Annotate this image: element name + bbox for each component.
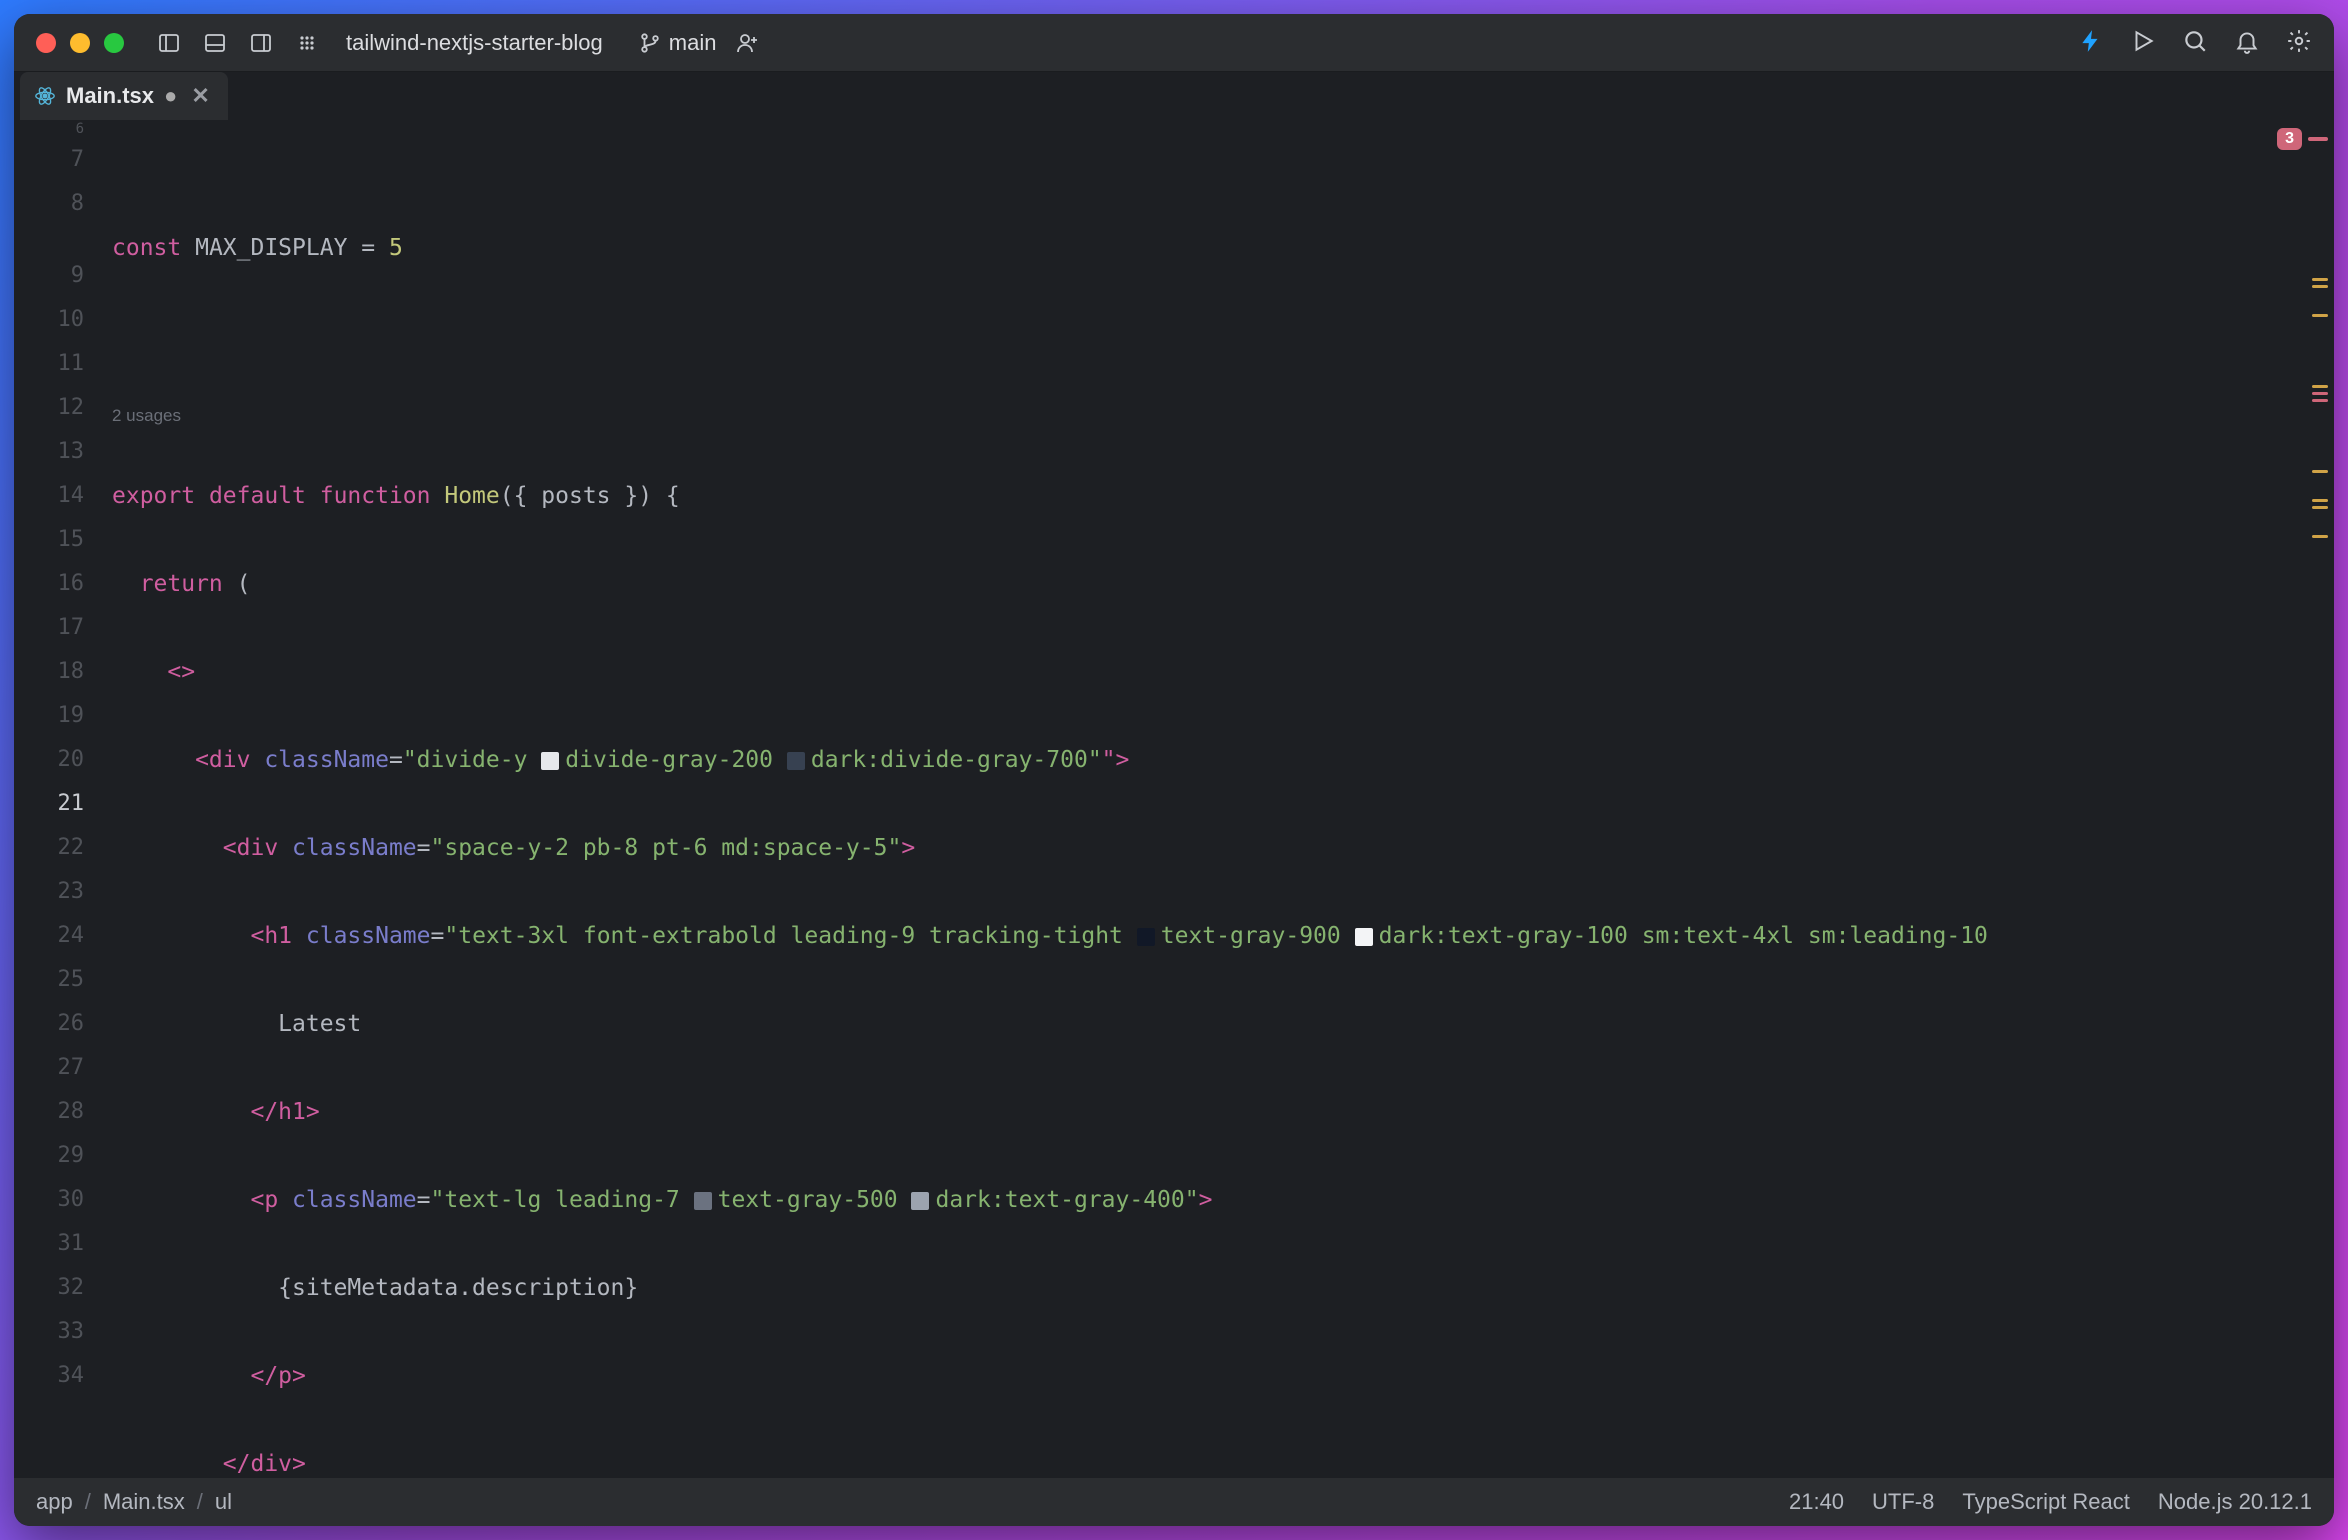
line-number: 9: [14, 254, 84, 298]
line-number: 22: [14, 826, 84, 870]
breadcrumb-segment[interactable]: Main.tsx: [103, 1489, 185, 1515]
line-number: 20: [14, 738, 84, 782]
code-area[interactable]: const MAX_DISPLAY = 5 2 usages export de…: [100, 120, 2334, 1478]
code-line: <>: [100, 650, 2334, 694]
right-toolbar: [2078, 28, 2312, 58]
code-line: return (: [100, 562, 2334, 606]
line-number: 25: [14, 958, 84, 1002]
color-chip-icon: [694, 1192, 712, 1210]
code-line: </h1>: [100, 1090, 2334, 1134]
add-user-icon[interactable]: [734, 30, 760, 56]
git-branch[interactable]: main: [639, 30, 717, 56]
maximize-window-button[interactable]: [104, 33, 124, 53]
tab-label: Main.tsx: [66, 83, 154, 109]
line-number: 33: [14, 1310, 84, 1354]
tab-main-tsx[interactable]: Main.tsx ● ✕: [20, 72, 228, 120]
cursor-position[interactable]: 21:40: [1789, 1489, 1844, 1515]
code-line: <p className="text-lg leading-7 text-gra…: [100, 1178, 2334, 1222]
code-line: export default function Home({ posts }) …: [100, 474, 2334, 518]
problems-stripe[interactable]: 3: [2288, 128, 2328, 538]
line-number-active: 21: [14, 782, 84, 826]
color-chip-icon: [1137, 928, 1155, 946]
color-chip-icon: [911, 1192, 929, 1210]
line-number: 15: [14, 518, 84, 562]
line-number: 6: [14, 120, 84, 138]
line-number: 34: [14, 1354, 84, 1398]
problems-count[interactable]: 3: [2277, 128, 2302, 150]
window-controls: [36, 33, 124, 53]
code-line: Latest: [100, 1002, 2334, 1046]
run-icon[interactable]: [2130, 28, 2156, 58]
node-version[interactable]: Node.js 20.12.1: [2158, 1489, 2312, 1515]
project-name[interactable]: tailwind-nextjs-starter-blog: [346, 30, 603, 56]
react-icon: [34, 85, 56, 107]
line-number: 10: [14, 298, 84, 342]
tab-bar: Main.tsx ● ✕: [14, 72, 2334, 120]
breadcrumb-separator: /: [85, 1489, 91, 1515]
line-number: 17: [14, 606, 84, 650]
line-number: 23: [14, 870, 84, 914]
ide-window: tailwind-nextjs-starter-blog main Main.t…: [14, 14, 2334, 1526]
line-number: 11: [14, 342, 84, 386]
minimize-window-button[interactable]: [70, 33, 90, 53]
layout-controls: [156, 30, 320, 56]
line-number: 26: [14, 1002, 84, 1046]
branch-name: main: [669, 30, 717, 56]
code-line: </div>: [100, 1442, 2334, 1478]
line-number: 31: [14, 1222, 84, 1266]
line-number: 18: [14, 650, 84, 694]
code-line: const MAX_DISPLAY = 5: [100, 226, 2334, 270]
code-line: <div className="space-y-2 pb-8 pt-6 md:s…: [100, 826, 2334, 870]
close-window-button[interactable]: [36, 33, 56, 53]
line-number: 27: [14, 1046, 84, 1090]
editor[interactable]: 6 7 8 9 10 11 12 13 14 15 16 17 18 19 20…: [14, 120, 2334, 1478]
line-number: 7: [14, 138, 84, 182]
line-number: 13: [14, 430, 84, 474]
close-tab-icon[interactable]: ✕: [191, 83, 209, 109]
branch-icon: [639, 32, 661, 54]
line-number: 28: [14, 1090, 84, 1134]
color-chip-icon: [1355, 928, 1373, 946]
code-line: <h1 className="text-3xl font-extrabold l…: [100, 914, 2334, 958]
code-line: </p>: [100, 1354, 2334, 1398]
line-number: 24: [14, 914, 84, 958]
line-number: 32: [14, 1266, 84, 1310]
bell-icon[interactable]: [2234, 28, 2260, 58]
status-bar: app / Main.tsx / ul 21:40 UTF-8 TypeScri…: [14, 1478, 2334, 1526]
grid-icon[interactable]: [294, 30, 320, 56]
breadcrumb-segment[interactable]: app: [36, 1489, 73, 1515]
color-chip-icon: [787, 752, 805, 770]
language-mode[interactable]: TypeScript React: [1962, 1489, 2130, 1515]
inlay-usages[interactable]: 2 usages: [100, 402, 2334, 430]
dirty-indicator: ●: [164, 83, 177, 109]
breadcrumb-segment[interactable]: ul: [215, 1489, 232, 1515]
line-gutter: 6 7 8 9 10 11 12 13 14 15 16 17 18 19 20…: [14, 120, 100, 1478]
code-line: <div className="divide-y divide-gray-200…: [100, 738, 2334, 782]
panel-right-icon[interactable]: [248, 30, 274, 56]
search-icon[interactable]: [2182, 28, 2208, 58]
color-chip-icon: [541, 752, 559, 770]
line-number: 12: [14, 386, 84, 430]
line-number: 8: [14, 182, 84, 226]
titlebar: tailwind-nextjs-starter-blog main: [14, 14, 2334, 72]
gear-icon[interactable]: [2286, 28, 2312, 58]
bolt-icon[interactable]: [2078, 28, 2104, 58]
panel-left-icon[interactable]: [156, 30, 182, 56]
file-encoding[interactable]: UTF-8: [1872, 1489, 1934, 1515]
line-number: 16: [14, 562, 84, 606]
line-number: 30: [14, 1178, 84, 1222]
line-number: 19: [14, 694, 84, 738]
code-line: {siteMetadata.description}: [100, 1266, 2334, 1310]
panel-bottom-icon[interactable]: [202, 30, 228, 56]
line-number: 29: [14, 1134, 84, 1178]
line-number: 14: [14, 474, 84, 518]
breadcrumb-separator: /: [197, 1489, 203, 1515]
